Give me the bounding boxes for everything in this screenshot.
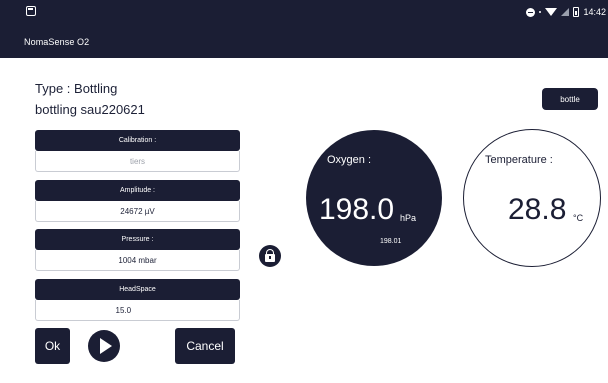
- amplitude-value: 24672 µV: [35, 201, 240, 222]
- oxygen-label: Oxygen :: [327, 154, 372, 166]
- oxygen-raw-value: 198.01: [380, 238, 402, 245]
- notification-app-icon: [26, 6, 36, 16]
- measurement-type: Type : Bottling: [35, 81, 118, 96]
- status-time: 14:42: [583, 7, 606, 17]
- pressure-value[interactable]: 1004 mbar: [35, 250, 240, 271]
- pressure-field: Pressure : 1004 mbar: [35, 229, 240, 271]
- ok-button[interactable]: Ok: [35, 328, 70, 364]
- amplitude-header: Amplitude :: [35, 180, 240, 201]
- temperature-gauge: Temperature : 28.8 °C: [463, 129, 601, 267]
- temperature-value: 28.8: [508, 193, 567, 226]
- pressure-header: Pressure :: [35, 229, 240, 250]
- headspace-header: HeadSpace: [35, 279, 240, 300]
- signal-icon: [561, 8, 570, 16]
- lock-keyhole: [269, 256, 271, 259]
- app-title: NomaSense O2: [24, 37, 90, 47]
- dot-icon: [539, 11, 542, 13]
- oxygen-value: 198.0: [319, 193, 395, 226]
- headspace-value: [35, 300, 240, 321]
- calibration-header: Calibration :: [35, 130, 240, 151]
- status-icons: 14:42: [526, 5, 606, 19]
- oxygen-gauge: Oxygen : 198.0 hPa 198.01: [306, 130, 442, 266]
- headspace-field: HeadSpace: [35, 279, 240, 321]
- screen: 14:42 NomaSense O2 Type : Bottling bottl…: [0, 0, 608, 383]
- app-bar: NomaSense O2: [0, 28, 608, 58]
- status-bar: 14:42: [0, 0, 608, 28]
- wifi-icon: [545, 8, 558, 16]
- do-not-disturb-icon: [526, 7, 536, 17]
- battery-icon: [573, 7, 580, 17]
- measurement-name: bottling sau220621: [35, 102, 145, 117]
- calibration-value[interactable]: tiers: [35, 151, 240, 172]
- temperature-unit: °C: [573, 213, 584, 223]
- headspace-input[interactable]: [107, 305, 168, 315]
- lock-icon[interactable]: [259, 245, 281, 267]
- bottle-button[interactable]: bottle: [542, 88, 598, 110]
- oxygen-unit: hPa: [400, 213, 417, 223]
- calibration-field: Calibration : tiers: [35, 130, 240, 172]
- cancel-button[interactable]: Cancel: [175, 328, 235, 364]
- amplitude-field: Amplitude : 24672 µV: [35, 180, 240, 222]
- play-icon[interactable]: [88, 330, 120, 362]
- temperature-label: Temperature :: [485, 154, 553, 166]
